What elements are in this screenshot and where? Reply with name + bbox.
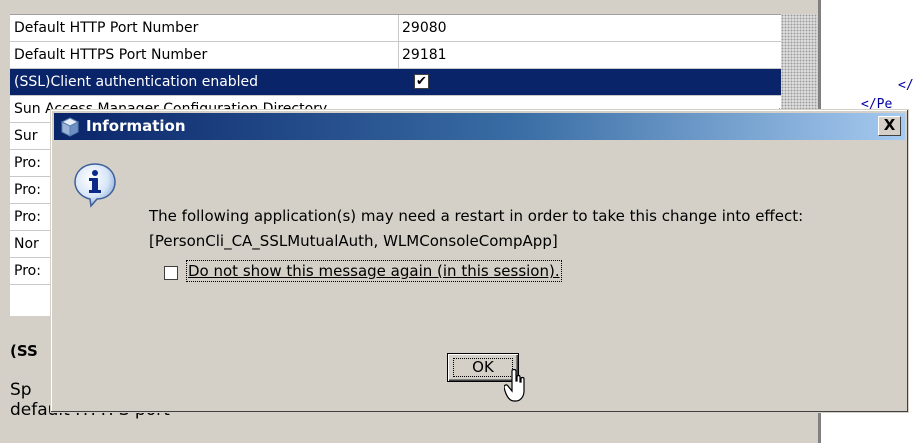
dialog-titlebar[interactable]: Information X (54, 113, 905, 140)
ssl-client-auth-checkbox[interactable]: ✔ (414, 74, 429, 89)
property-row-ssl-client-auth[interactable]: (SSL)Client authentication enabled ✔ (10, 69, 781, 96)
property-description-title: (SS (10, 342, 38, 360)
close-button[interactable]: X (878, 116, 901, 136)
property-value[interactable]: 29181 (402, 42, 447, 68)
property-name: Default HTTPS Port Number (14, 47, 208, 63)
property-name: (SSL)Client authentication enabled (14, 74, 259, 90)
do-not-show-again-checkbox[interactable] (164, 266, 178, 280)
property-value[interactable]: 29080 (402, 15, 447, 41)
checkmark-icon: ✔ (416, 74, 427, 89)
dialog-title: Information (86, 117, 186, 135)
mouse-cursor-icon (504, 369, 525, 402)
property-row-http-port[interactable]: Default HTTP Port Number 29080 (10, 15, 781, 42)
window-icon (60, 117, 80, 137)
information-dialog: Information X The following application(… (50, 109, 909, 413)
code-line: </ (898, 78, 914, 93)
dialog-message-line: The following application(s) may need a … (149, 207, 804, 225)
do-not-show-again-label[interactable]: Do not show this message again (in this … (186, 260, 562, 282)
info-icon (74, 163, 116, 208)
property-name: Default HTTP Port Number (14, 20, 199, 36)
property-row-https-port[interactable]: Default HTTPS Port Number 29181 (10, 42, 781, 69)
close-icon: X (883, 116, 896, 134)
dialog-message-apps: [PersonCli_CA_SSLMutualAuth, WLMConsoleC… (149, 232, 558, 250)
